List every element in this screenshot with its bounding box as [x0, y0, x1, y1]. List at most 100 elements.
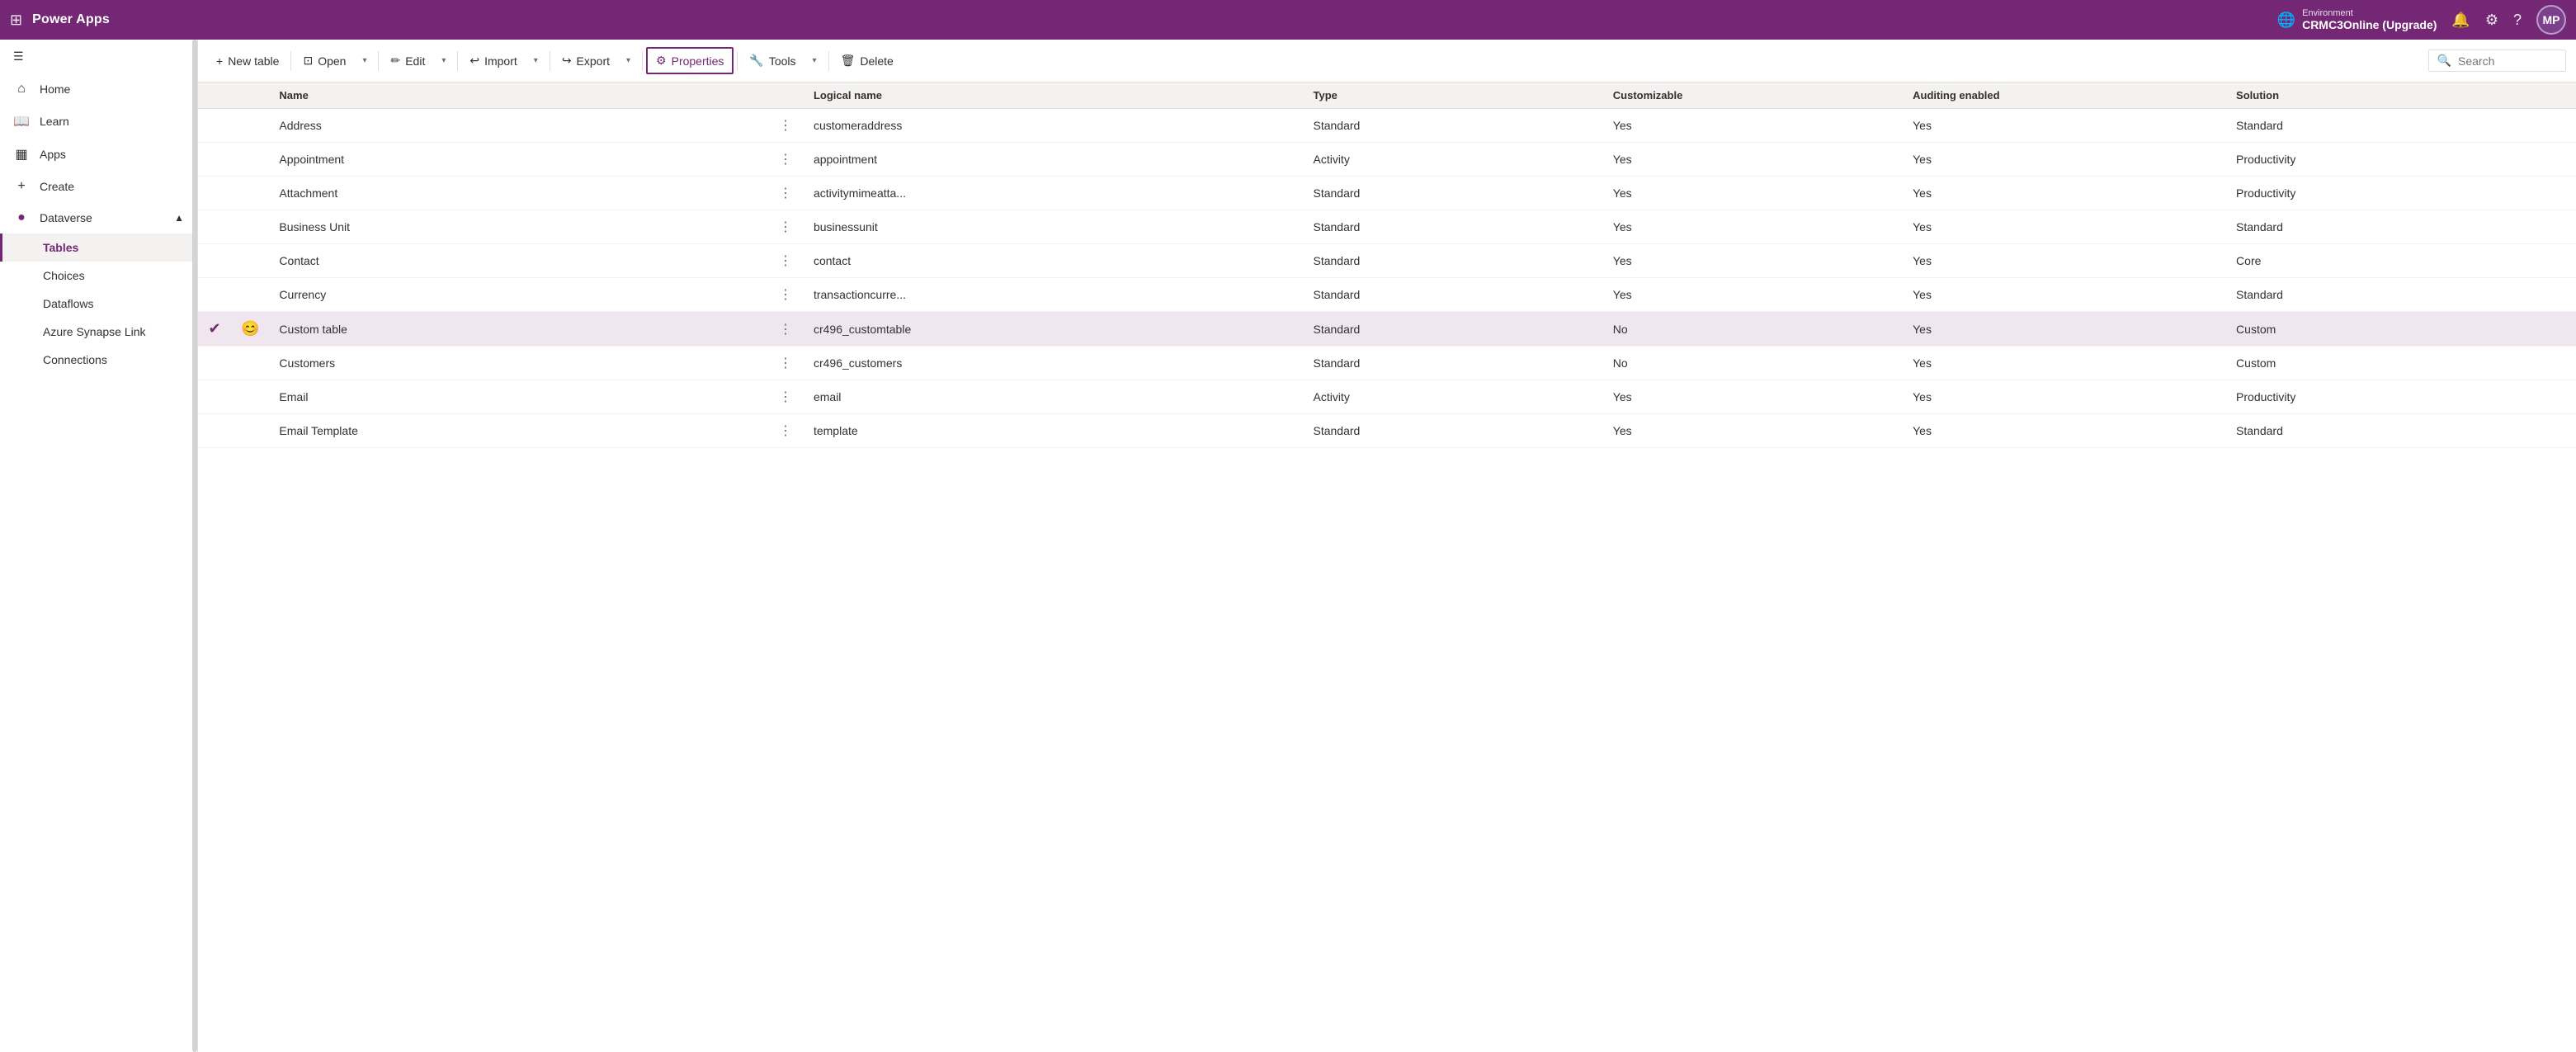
sidebar-item-create[interactable]: + Create	[0, 171, 197, 202]
row-logical-name: template	[804, 414, 1304, 448]
tools-chevron-down-icon: ▾	[813, 56, 817, 65]
notifications-button[interactable]: 🔔	[2451, 12, 2470, 29]
row-checkbox[interactable]	[198, 177, 231, 210]
row-checkbox[interactable]	[198, 414, 231, 448]
ellipsis-icon[interactable]: ⋮	[779, 323, 794, 337]
row-checkbox[interactable]: ✔	[198, 312, 231, 347]
check-mark-icon: ✔	[208, 320, 220, 337]
row-context-menu[interactable]: ⋮	[769, 380, 804, 414]
table-row[interactable]: Attachment⋮activitymimeatta...StandardYe…	[198, 177, 2576, 210]
properties-button[interactable]: ⚙ Properties	[646, 47, 734, 74]
ellipsis-icon[interactable]: ⋮	[779, 186, 794, 200]
app-title: Power Apps	[32, 12, 110, 27]
row-checkbox[interactable]	[198, 244, 231, 278]
ellipsis-icon[interactable]: ⋮	[779, 119, 794, 133]
sidebar-sub-item-dataflows[interactable]: Dataflows	[0, 290, 197, 318]
grid-icon[interactable]: ⊞	[10, 12, 22, 29]
edit-button[interactable]: ✏ Edit	[382, 49, 433, 73]
row-customizable: Yes	[1603, 210, 1903, 244]
row-name: Appointment	[269, 143, 769, 177]
row-emoji	[231, 347, 269, 380]
row-emoji	[231, 210, 269, 244]
table-row[interactable]: Email Template⋮templateStandardYesYesSta…	[198, 414, 2576, 448]
table-row[interactable]: Business Unit⋮businessunitStandardYesYes…	[198, 210, 2576, 244]
import-dropdown-button[interactable]: ▾	[526, 51, 546, 70]
hamburger-icon: ☰	[13, 50, 24, 64]
col-header-solution: Solution	[2226, 83, 2576, 109]
sidebar-item-learn-label: Learn	[40, 115, 69, 128]
delete-button[interactable]: 🗑 Delete	[833, 49, 902, 73]
row-emoji	[231, 278, 269, 312]
open-dropdown-button[interactable]: ▾	[354, 51, 375, 70]
row-customizable: Yes	[1603, 143, 1903, 177]
row-auditing: Yes	[1903, 347, 2226, 380]
row-context-menu[interactable]: ⋮	[769, 177, 804, 210]
row-checkbox[interactable]	[198, 380, 231, 414]
export-button[interactable]: ↪ Export	[554, 49, 618, 73]
open-label: Open	[318, 54, 346, 68]
search-input[interactable]	[2458, 54, 2557, 68]
row-context-menu[interactable]: ⋮	[769, 109, 804, 143]
sidebar-sub-item-connections[interactable]: Connections	[0, 346, 197, 374]
table-row[interactable]: Address⋮customeraddressStandardYesYesSta…	[198, 109, 2576, 143]
tools-button[interactable]: 🔧 Tools	[741, 49, 804, 73]
col-header-logical-name: Logical name	[804, 83, 1304, 109]
edit-dropdown-button[interactable]: ▾	[433, 51, 454, 70]
export-dropdown-button[interactable]: ▾	[618, 51, 639, 70]
table-row[interactable]: Appointment⋮appointmentActivityYesYesPro…	[198, 143, 2576, 177]
sidebar-sub-item-tables[interactable]: Tables	[0, 234, 197, 262]
sidebar-item-home[interactable]: ⌂ Home	[0, 73, 197, 105]
sidebar-item-apps[interactable]: ▦ Apps	[0, 138, 197, 171]
row-emoji	[231, 109, 269, 143]
row-emoji: 😊	[231, 312, 269, 347]
row-solution: Productivity	[2226, 177, 2576, 210]
ellipsis-icon[interactable]: ⋮	[779, 390, 794, 404]
sidebar-sub-item-choices[interactable]: Choices	[0, 262, 197, 290]
row-context-menu[interactable]: ⋮	[769, 244, 804, 278]
row-checkbox[interactable]	[198, 143, 231, 177]
row-customizable: Yes	[1603, 414, 1903, 448]
row-context-menu[interactable]: ⋮	[769, 414, 804, 448]
sidebar-item-learn[interactable]: 📖 Learn	[0, 105, 197, 138]
sidebar: ☰ ⌂ Home 📖 Learn ▦ Apps + Create ● Datav…	[0, 40, 198, 1052]
table-row[interactable]: Contact⋮contactStandardYesYesCore	[198, 244, 2576, 278]
table-row[interactable]: Email⋮emailActivityYesYesProductivity	[198, 380, 2576, 414]
ellipsis-icon[interactable]: ⋮	[779, 356, 794, 370]
ellipsis-icon[interactable]: ⋮	[779, 288, 794, 302]
row-logical-name: transactioncurre...	[804, 278, 1304, 312]
row-checkbox[interactable]	[198, 347, 231, 380]
topbar: ⊞ Power Apps 🌐 Environment CRMC3Online (…	[0, 0, 2576, 40]
sidebar-item-dataverse[interactable]: ● Dataverse ▲	[0, 202, 197, 234]
ellipsis-icon[interactable]: ⋮	[779, 153, 794, 167]
help-button[interactable]: ?	[2513, 12, 2522, 29]
row-context-menu[interactable]: ⋮	[769, 347, 804, 380]
ellipsis-icon[interactable]: ⋮	[779, 220, 794, 234]
row-checkbox[interactable]	[198, 278, 231, 312]
row-context-menu[interactable]: ⋮	[769, 312, 804, 347]
row-logical-name: email	[804, 380, 1304, 414]
row-name: Currency	[269, 278, 769, 312]
row-solution: Standard	[2226, 210, 2576, 244]
tables-table: Name Logical name Type Customizable Audi…	[198, 83, 2576, 448]
ellipsis-icon[interactable]: ⋮	[779, 424, 794, 438]
row-checkbox[interactable]	[198, 210, 231, 244]
sidebar-sub-item-dataflows-label: Dataflows	[43, 297, 93, 310]
learn-icon: 📖	[13, 113, 30, 130]
open-button[interactable]: ⊡ Open	[295, 49, 354, 73]
user-avatar[interactable]: MP	[2536, 5, 2566, 35]
row-context-menu[interactable]: ⋮	[769, 278, 804, 312]
sidebar-menu-button[interactable]: ☰	[0, 40, 197, 73]
import-button[interactable]: ↩ Import	[461, 49, 525, 73]
settings-button[interactable]: ⚙	[2485, 12, 2498, 29]
sidebar-sub-item-azure-synapse[interactable]: Azure Synapse Link	[0, 318, 197, 346]
row-type: Standard	[1303, 347, 1602, 380]
table-row[interactable]: Currency⋮transactioncurre...StandardYesY…	[198, 278, 2576, 312]
table-row[interactable]: Customers⋮cr496_customersStandardNoYesCu…	[198, 347, 2576, 380]
new-table-button[interactable]: + New table	[208, 50, 287, 73]
row-checkbox[interactable]	[198, 109, 231, 143]
ellipsis-icon[interactable]: ⋮	[779, 254, 794, 268]
tools-dropdown-button[interactable]: ▾	[804, 51, 825, 70]
row-context-menu[interactable]: ⋮	[769, 210, 804, 244]
table-row[interactable]: ✔😊Custom table⋮cr496_customtableStandard…	[198, 312, 2576, 347]
row-context-menu[interactable]: ⋮	[769, 143, 804, 177]
